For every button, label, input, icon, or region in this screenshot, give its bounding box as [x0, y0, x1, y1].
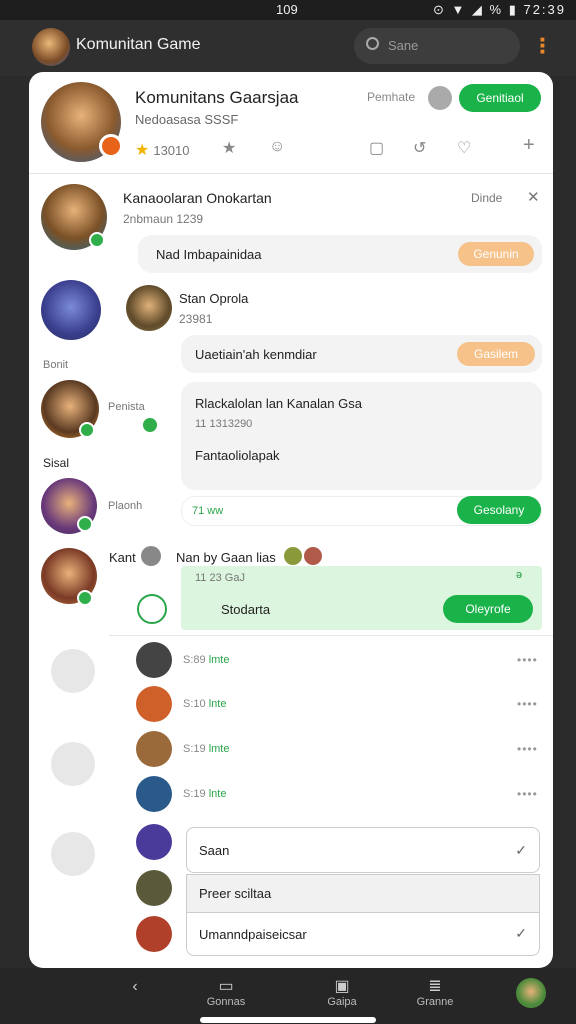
- post-meta: 2nbmaun 1239: [123, 212, 204, 226]
- user-avatar[interactable]: [41, 280, 101, 340]
- user-avatar[interactable]: [136, 686, 172, 722]
- user-avatar[interactable]: [141, 546, 161, 566]
- reply-button[interactable]: Oleyrofe: [443, 595, 533, 623]
- profile-label: Pemhate: [367, 90, 416, 104]
- user-avatar[interactable]: [136, 824, 172, 860]
- online-icon: [79, 422, 95, 438]
- side-label: Penista: [108, 401, 145, 413]
- shield-icon[interactable]: ♡: [457, 138, 471, 158]
- app-bar: Komunitan Game Sane ■ ■ ■: [0, 20, 576, 76]
- dropdown-option[interactable]: Preer sciltaa: [186, 874, 540, 912]
- online-icon: [89, 232, 105, 248]
- nav-item-games[interactable]: ▭ Gonnas: [196, 976, 256, 1008]
- side-label: Plaonh: [108, 500, 143, 512]
- user-avatar[interactable]: [136, 776, 172, 812]
- user-avatar[interactable]: [136, 870, 172, 906]
- book-icon: ▭: [218, 978, 234, 995]
- online-icon: [77, 590, 93, 606]
- more-icon[interactable]: ••••: [517, 787, 538, 801]
- search-icon: [366, 37, 379, 50]
- user-avatar[interactable]: [136, 916, 172, 952]
- add-icon[interactable]: +: [523, 134, 535, 157]
- post-bubble: Rlackalolan lan Kanalan Gsa 11 1313290 F…: [181, 382, 542, 490]
- share-icon[interactable]: ↺: [413, 138, 426, 158]
- community-card: Komunitans Gaarsjaa Nedoasasa SSSF ★ 1301…: [29, 72, 553, 968]
- app-icon[interactable]: [51, 832, 95, 876]
- app-title: Komunitan Game: [76, 36, 201, 53]
- search-input[interactable]: Sane: [354, 28, 520, 64]
- chevron-down-icon: ✓: [515, 842, 527, 858]
- post-author: Kanaoolaran Onokartan: [123, 190, 272, 206]
- user-avatar[interactable]: [304, 547, 322, 565]
- profile-name: Komunitans Gaarsjaa: [135, 88, 299, 107]
- clock-icon[interactable]: [137, 594, 167, 624]
- nav-item-gaipa[interactable]: ▣ Gaipa: [312, 976, 372, 1008]
- user-avatar[interactable]: [136, 642, 172, 678]
- home-indicator: [200, 1017, 376, 1023]
- settings-icon[interactable]: [428, 86, 452, 110]
- emoji-icon[interactable]: ☺: [269, 138, 285, 156]
- online-icon: [77, 516, 93, 532]
- avatar-badge-icon: [99, 134, 123, 158]
- community-avatar[interactable]: [32, 28, 70, 66]
- profile-header: Komunitans Gaarsjaa Nedoasasa SSSF ★ 1301…: [29, 72, 553, 174]
- join-button[interactable]: Genitiaol: [459, 84, 541, 112]
- profile-avatar[interactable]: [516, 978, 546, 1008]
- close-icon[interactable]: ✕: [527, 188, 540, 206]
- user-avatar[interactable]: [126, 285, 172, 331]
- reply-button[interactable]: Genunin: [458, 242, 534, 266]
- post-author: Stan Oprola: [179, 291, 249, 306]
- status-time: 109: [276, 2, 298, 17]
- chevron-down-icon: ✓: [515, 925, 527, 941]
- post-title: Nan by Gaan lias: [176, 550, 276, 565]
- select-field[interactable]: Saan ✓: [186, 827, 540, 873]
- star-outline-icon[interactable]: ★: [222, 138, 236, 158]
- status-icons: ⊙ ▼ ◢ % ▮ 72:39: [432, 2, 566, 17]
- nav-item-granne[interactable]: ≣ Granne: [405, 976, 465, 1008]
- app-icon[interactable]: [51, 649, 95, 693]
- verified-icon: [141, 416, 159, 434]
- side-label: Bonit: [43, 359, 69, 371]
- dropdown-option[interactable]: Umanndpaiseicsar ✓: [186, 912, 540, 956]
- side-label: Sisal: [43, 456, 70, 470]
- app-icon[interactable]: [51, 742, 95, 786]
- list-icon: ≣: [428, 978, 442, 995]
- post-author: Kant: [109, 550, 136, 565]
- user-avatar[interactable]: [284, 547, 302, 565]
- reply-button[interactable]: Gasilem: [457, 342, 535, 366]
- reply-button[interactable]: Gesolany: [457, 496, 541, 524]
- bookmark-icon[interactable]: ▢: [369, 138, 384, 158]
- profile-subtitle: Nedoasasa SSSF: [135, 112, 239, 127]
- user-avatar[interactable]: [136, 731, 172, 767]
- status-bar: 109 ⊙ ▼ ◢ % ▮ 72:39: [0, 0, 576, 20]
- bottom-nav: ‹ ▭ Gonnas ▣ Gaipa ≣ Granne: [0, 968, 576, 1024]
- star-icon: ★: [135, 142, 150, 159]
- profile-avatar[interactable]: [41, 82, 123, 162]
- check-icon: ǝ: [516, 569, 523, 581]
- more-icon[interactable]: ••••: [517, 697, 538, 711]
- more-icon[interactable]: ••••: [517, 742, 538, 756]
- post-side-label: Dinde: [471, 191, 503, 205]
- divider: [109, 635, 553, 636]
- more-icon[interactable]: ••••: [517, 653, 538, 667]
- search-placeholder: Sane: [388, 38, 419, 53]
- controller-icon: ▣: [334, 978, 350, 995]
- back-icon[interactable]: ‹: [105, 978, 165, 996]
- more-menu-icon[interactable]: ■ ■ ■: [540, 36, 550, 59]
- profile-points: ★ 13010: [135, 142, 190, 159]
- post-meta: 23981: [179, 312, 213, 326]
